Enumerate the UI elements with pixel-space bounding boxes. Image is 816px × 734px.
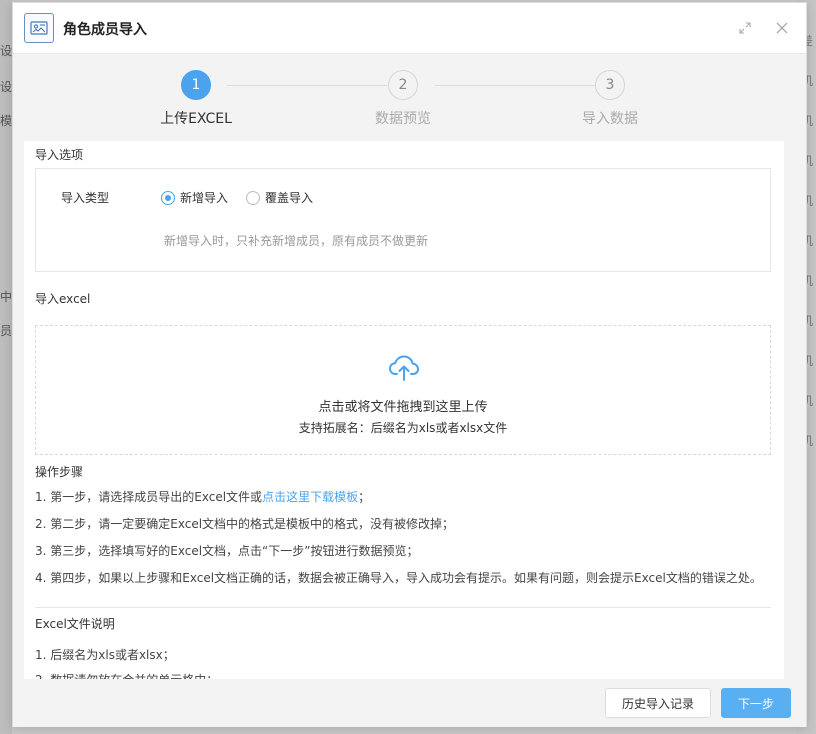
history-import-records-button[interactable]: 历史导入记录 — [605, 688, 711, 718]
list-item: 2. 第二步，请一定要确定Excel文档中的格式是模板中的格式，没有被修改掉； — [35, 517, 455, 531]
radio-circle[interactable] — [161, 190, 175, 205]
step-text: 1. 第一步，请选择成员导出的Excel文件或 — [35, 490, 263, 504]
import-type-label: 导入类型 — [61, 191, 110, 205]
step-import-data: 3 导入数据 — [550, 70, 670, 128]
file-upload-dropzone[interactable]: 点击或将文件拖拽到这里上传 支持拓展名：后缀名为xls或者xlsx文件 — [35, 325, 771, 455]
section-divider — [35, 607, 771, 608]
operation-steps-list: 1. 第一步，请选择成员导出的Excel文件或点击这里下载模板； 2. 第二步，… — [35, 487, 775, 595]
role-member-import-dialog: 角色成员导入 1 上传EXCEL 2 数据预览 3 导入数据 导入选项 导入类型 — [12, 2, 807, 727]
dialog-footer: 历史导入记录 下一步 — [13, 679, 806, 727]
operation-steps-title: 操作步骤 — [35, 465, 84, 479]
background-left-text: 设 — [0, 80, 13, 94]
step-data-preview: 2 数据预览 — [343, 70, 463, 128]
list-item: 3. 第三步，选择填写好的Excel文档，点击“下一步”按钮进行数据预览； — [35, 544, 419, 558]
import-type-hint: 新增导入时，只补充新增成员，原有成员不做更新 — [164, 234, 429, 248]
list-item: 1. 后缀名为xls或者xlsx； — [35, 648, 175, 662]
list-item: 4. 第四步，如果以上步骤和Excel文档正确的话，数据会被正确导入，导入成功会… — [35, 571, 762, 585]
dialog-header: 角色成员导入 — [13, 3, 806, 54]
step-label: 上传EXCEL — [160, 111, 232, 127]
import-options-title: 导入选项 — [35, 148, 84, 162]
radio-label: 新增导入 — [180, 191, 229, 205]
dialog-title: 角色成员导入 — [63, 22, 147, 38]
import-list-icon — [24, 13, 54, 43]
background-left-text: 设 — [0, 44, 13, 58]
excel-notes-title: Excel文件说明 — [35, 617, 115, 631]
step-number: 2 — [388, 70, 418, 100]
cloud-upload-icon — [388, 353, 420, 383]
step-upload-excel: 1 上传EXCEL — [136, 70, 256, 128]
radio-overwrite-import[interactable]: 覆盖导入 — [246, 189, 313, 206]
step-indicator: 1 上传EXCEL 2 数据预览 3 导入数据 — [13, 55, 806, 141]
step-number: 1 — [181, 70, 211, 100]
upload-extension-hint: 支持拓展名：后缀名为xls或者xlsx文件 — [298, 421, 508, 435]
dialog-content: 导入选项 导入类型 新增导入 覆盖导入 新增导入时，只补充新增成员，原有成员不做… — [24, 141, 784, 679]
import-options-box: 导入类型 新增导入 覆盖导入 新增导入时，只补充新增成员，原有成员不做更新 — [35, 168, 771, 272]
upload-instruction: 点击或将文件拖拽到这里上传 — [318, 400, 488, 415]
background-left-text: 中 — [0, 290, 13, 304]
step-number: 3 — [595, 70, 625, 100]
radio-label: 覆盖导入 — [265, 191, 314, 205]
step-text: ； — [358, 490, 371, 504]
expand-icon[interactable] — [735, 18, 755, 38]
download-template-link[interactable]: 点击这里下载模板 — [262, 490, 358, 504]
import-excel-title: 导入excel — [35, 292, 91, 306]
background-left-panel: 设 设 模 中 员 — [0, 0, 12, 734]
background-left-text: 员 — [0, 324, 13, 338]
radio-add-import[interactable]: 新增导入 — [161, 189, 228, 206]
background-left-text: 模 — [0, 114, 13, 128]
radio-circle[interactable] — [246, 190, 260, 205]
next-step-button[interactable]: 下一步 — [721, 688, 791, 718]
excel-notes-list: 1. 后缀名为xls或者xlsx； 2. 数据请勿放在合并的单元格中； — [35, 645, 775, 679]
step-label: 导入数据 — [582, 111, 638, 127]
close-icon[interactable] — [772, 18, 792, 38]
list-item: 1. 第一步，请选择成员导出的Excel文件或点击这里下载模板； — [35, 487, 775, 514]
list-item: 2. 数据请勿放在合并的单元格中； — [35, 670, 775, 679]
step-label: 数据预览 — [375, 111, 431, 127]
